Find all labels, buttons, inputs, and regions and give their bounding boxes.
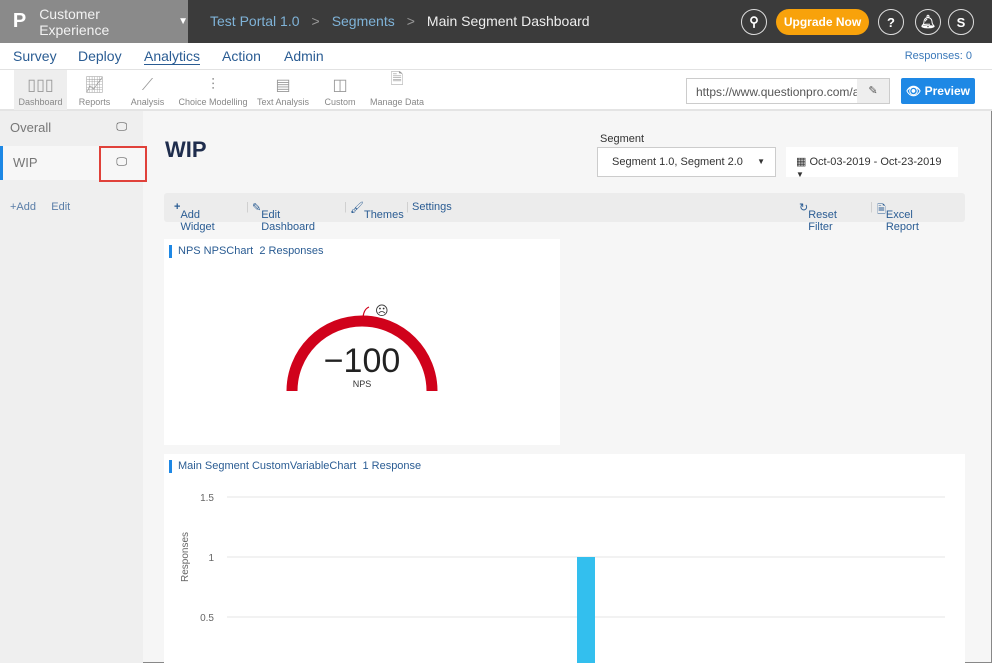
nav-action[interactable]: Action — [222, 48, 261, 64]
date-range-picker[interactable]: ▦ Oct-03-2019 - Oct-23-2019 ▼ — [786, 147, 958, 179]
nps-value: −100 — [323, 342, 401, 380]
toolbar-reports[interactable]: 📈︎ Reports — [72, 70, 117, 110]
segment-label: Segment — [600, 133, 645, 145]
analytics-toolbar: ▯▯▯ Dashboard 📈︎ Reports ⟋ Analysis ⫶ Choice… — [0, 70, 992, 111]
nav-deploy[interactable]: Deploy — [78, 48, 122, 64]
excel-icon: 🗎︎ — [390, 71, 404, 88]
text-analysis-icon: ▤ — [275, 77, 291, 94]
edit-dashboard-link[interactable]: Edit — [51, 201, 70, 213]
reset-filter-button[interactable]: ↻ Reset Filter — [799, 201, 837, 233]
custom-icon: ◫ — [332, 77, 348, 94]
pencil-icon[interactable]: ✎ — [857, 79, 889, 103]
themes-button[interactable]: 🖌︎ Themes — [350, 201, 404, 221]
y-axis-label: Responses — [180, 532, 191, 582]
excel-report-button[interactable]: 🗎︎ Excel Report — [877, 201, 919, 233]
nps-label: NPS — [352, 379, 372, 389]
product-switcher[interactable]: P Customer Experience ▼ — [0, 0, 188, 43]
choice-modelling-icon: ⫶ — [210, 77, 215, 94]
settings-button[interactable]: Settings — [412, 201, 452, 213]
sidebar-item-overall[interactable]: Overall 🖵︎ — [0, 111, 143, 145]
monitor-icon[interactable]: 🖵︎ — [116, 121, 127, 134]
page-title: WIP — [165, 137, 207, 162]
survey-url-field[interactable]: https://www.questionpro.com/a/✎ — [686, 78, 890, 104]
breadcrumb-current: Main Segment Dashboard — [426, 13, 590, 29]
toolbar-custom[interactable]: ◫ Custom — [322, 70, 358, 110]
bell-icon[interactable]: 🔔︎ — [915, 9, 941, 35]
sidebar: Overall 🖵︎ WIP 🖵︎ — [0, 111, 143, 663]
search-icon[interactable]: ⚲ — [741, 9, 767, 35]
nav-admin[interactable]: Admin — [284, 48, 324, 64]
nps-widget: NPS NPSChart 2 Responses ☹ −100 NPS — [164, 239, 560, 445]
upgrade-button[interactable]: Upgrade Now — [776, 9, 869, 35]
custom-variable-widget: Main Segment CustomVariableChart 1 Respo… — [164, 454, 965, 663]
preview-button[interactable]: 👁︎ Preview — [901, 78, 975, 104]
product-name: Customer Experience — [39, 5, 110, 38]
breadcrumb-segments[interactable]: Segments — [332, 13, 395, 29]
analysis-icon: ⟋ — [141, 77, 154, 94]
line-chart-icon: 📈︎ — [84, 77, 105, 94]
bar-chart: 1.5 1 0.5 Responses — [180, 493, 945, 663]
highlight-box — [99, 146, 147, 182]
y-tick-label: 1.5 — [200, 493, 214, 504]
segment-select[interactable]: Segment 1.0, Segment 2.0 ▼ — [597, 147, 776, 177]
toolbar-dashboard[interactable]: ▯▯▯ Dashboard — [14, 70, 67, 110]
top-bar: P Customer Experience ▼ Test Portal 1.0 >… — [0, 0, 992, 43]
eye-icon: 👁︎ — [906, 84, 925, 98]
toolbar-analysis[interactable]: ⟋ Analysis — [125, 70, 170, 110]
help-icon[interactable]: ? — [878, 9, 904, 35]
caret-down-icon: ▼ — [178, 16, 188, 27]
add-widget-button[interactable]: + Add Widget — [174, 201, 215, 233]
dashboard-actions-bar: + Add Widget | ✎ Edit Dashboard | 🖌︎ The… — [164, 193, 965, 233]
nav-survey[interactable]: Survey — [13, 48, 57, 64]
bar-chart-icon: ▯▯▯ — [27, 77, 54, 94]
caret-down-icon: ▼ — [757, 157, 765, 166]
breadcrumb-portal[interactable]: Test Portal 1.0 — [210, 13, 300, 29]
bar — [577, 557, 595, 663]
responses-count: Responses: 0 — [904, 50, 972, 62]
breadcrumb: Test Portal 1.0 > Segments > Main Segment … — [210, 13, 590, 29]
nav-analytics[interactable]: Analytics — [144, 48, 201, 65]
nps-gauge-marker — [362, 306, 370, 318]
avatar[interactable]: S — [948, 9, 974, 35]
toolbar-text-analysis[interactable]: ▤ Text Analysis — [255, 70, 311, 110]
y-tick-label: 1 — [208, 553, 214, 564]
calendar-icon: ▦ — [796, 156, 810, 168]
add-dashboard-link[interactable]: +Add — [10, 201, 36, 213]
main-nav: Survey Deploy Analytics Action Admin Res… — [0, 43, 992, 70]
toolbar-manage-data[interactable]: 🗎︎ Manage Data — [369, 70, 425, 110]
sad-face-icon: ☹ — [375, 303, 389, 318]
edit-dashboard-button[interactable]: ✎ Edit Dashboard — [252, 201, 315, 233]
caret-down-icon: ▼ — [796, 170, 804, 179]
y-tick-label: 0.5 — [200, 613, 214, 624]
logo: P — [12, 10, 27, 32]
toolbar-choice-modelling[interactable]: ⫶ Choice Modelling — [176, 70, 250, 110]
